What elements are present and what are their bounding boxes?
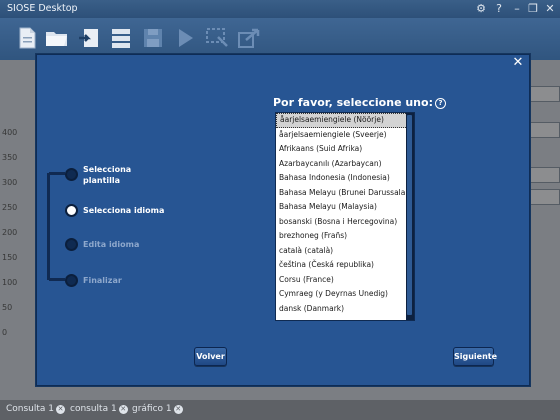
- list-item[interactable]: Cymraeg (y Deyrnas Unedig): [276, 287, 414, 302]
- step-3-label: Edita idioma: [83, 240, 140, 249]
- tab-label: gráfico 1: [132, 404, 172, 414]
- list-item[interactable]: dansk (Danmark): [276, 302, 414, 317]
- step-1-dot: [65, 168, 78, 181]
- list-item[interactable]: Azarbaycanılı (Azarbaycan): [276, 157, 414, 172]
- step-2-dot: [65, 204, 78, 217]
- list-item[interactable]: Bahasa Indonesia (Indonesia): [276, 171, 414, 186]
- database-icon[interactable]: [108, 25, 134, 51]
- gear-icon[interactable]: ⚙: [474, 2, 488, 16]
- language-wizard-dialog: ✕ Selecciona plantilla Selecciona idioma…: [36, 54, 530, 386]
- step-connector: [49, 172, 65, 175]
- tab-label: Consulta 1: [6, 404, 55, 414]
- close-tab-icon[interactable]: ✕: [118, 405, 128, 414]
- list-item[interactable]: åarjelsaemiengiele (Nöörje): [276, 113, 414, 128]
- scrollbar-thumb[interactable]: [407, 115, 412, 315]
- list-item[interactable]: Corsu (France): [276, 273, 414, 288]
- prompt-heading: Por favor, seleccione uno:?: [273, 96, 446, 109]
- step-2-label: Selecciona idioma: [83, 206, 165, 215]
- minimize-icon[interactable]: –: [510, 2, 524, 16]
- list-item[interactable]: åarjelsaemiengiele (Sveerje): [276, 128, 414, 143]
- tab-consulta-1[interactable]: Consulta 1 ✕: [2, 402, 69, 417]
- listbox-scrollbar[interactable]: [406, 113, 414, 320]
- select-area-icon[interactable]: [204, 25, 230, 51]
- list-item[interactable]: brezhoneg (Frañs): [276, 229, 414, 244]
- tab-label: consulta 1: [70, 404, 117, 414]
- step-connector: [49, 278, 65, 281]
- run-icon[interactable]: [172, 25, 198, 51]
- list-item[interactable]: Bahasa Melayu (Brunei Darussalam): [276, 186, 414, 201]
- steps-connector: [47, 173, 50, 280]
- prompt-text: Por favor, seleccione uno:: [273, 96, 433, 109]
- close-tab-icon[interactable]: ✕: [56, 405, 66, 414]
- title-bar: SIOSE Desktop ⚙ ? – ❐ ✕: [0, 0, 560, 18]
- close-tab-icon[interactable]: ✕: [173, 405, 183, 414]
- list-item[interactable]: català (català): [276, 244, 414, 259]
- step-1-label: Selecciona plantilla: [83, 165, 132, 185]
- step-3-dot: [65, 238, 78, 251]
- back-button[interactable]: Volver: [194, 347, 227, 366]
- language-listbox[interactable]: åarjelsaemiengiele (Nöörje) åarjelsaemie…: [275, 112, 415, 321]
- import-icon[interactable]: [76, 25, 102, 51]
- step-4-dot: [65, 274, 78, 287]
- help-icon[interactable]: ?: [492, 2, 506, 16]
- close-icon[interactable]: ✕: [512, 56, 524, 69]
- tab-consulta-1b[interactable]: consulta 1 ✕: [66, 402, 132, 417]
- close-window-icon[interactable]: ✕: [543, 2, 557, 16]
- export-icon[interactable]: [236, 25, 262, 51]
- tab-grafico-1[interactable]: gráfico 1 ✕: [128, 402, 187, 417]
- save-icon[interactable]: [140, 25, 166, 51]
- restore-icon[interactable]: ❐: [526, 2, 540, 16]
- document-tabs-bar: Consulta 1 ✕ consulta 1 ✕ gráfico 1 ✕: [0, 400, 560, 420]
- list-item[interactable]: bosanski (Bosna i Hercegovina): [276, 215, 414, 230]
- open-folder-icon[interactable]: [44, 25, 70, 51]
- step-4-label: Finalizar: [83, 276, 122, 285]
- next-button[interactable]: Siguiente: [453, 347, 497, 366]
- list-item[interactable]: Bahasa Melayu (Malaysia): [276, 200, 414, 215]
- app-title: SIOSE Desktop: [7, 3, 78, 14]
- new-document-icon[interactable]: [14, 25, 40, 51]
- help-icon[interactable]: ?: [434, 98, 446, 109]
- list-item[interactable]: čeština (Česká republika): [276, 258, 414, 273]
- list-item[interactable]: Afrikaans (Suid Afrika): [276, 142, 414, 157]
